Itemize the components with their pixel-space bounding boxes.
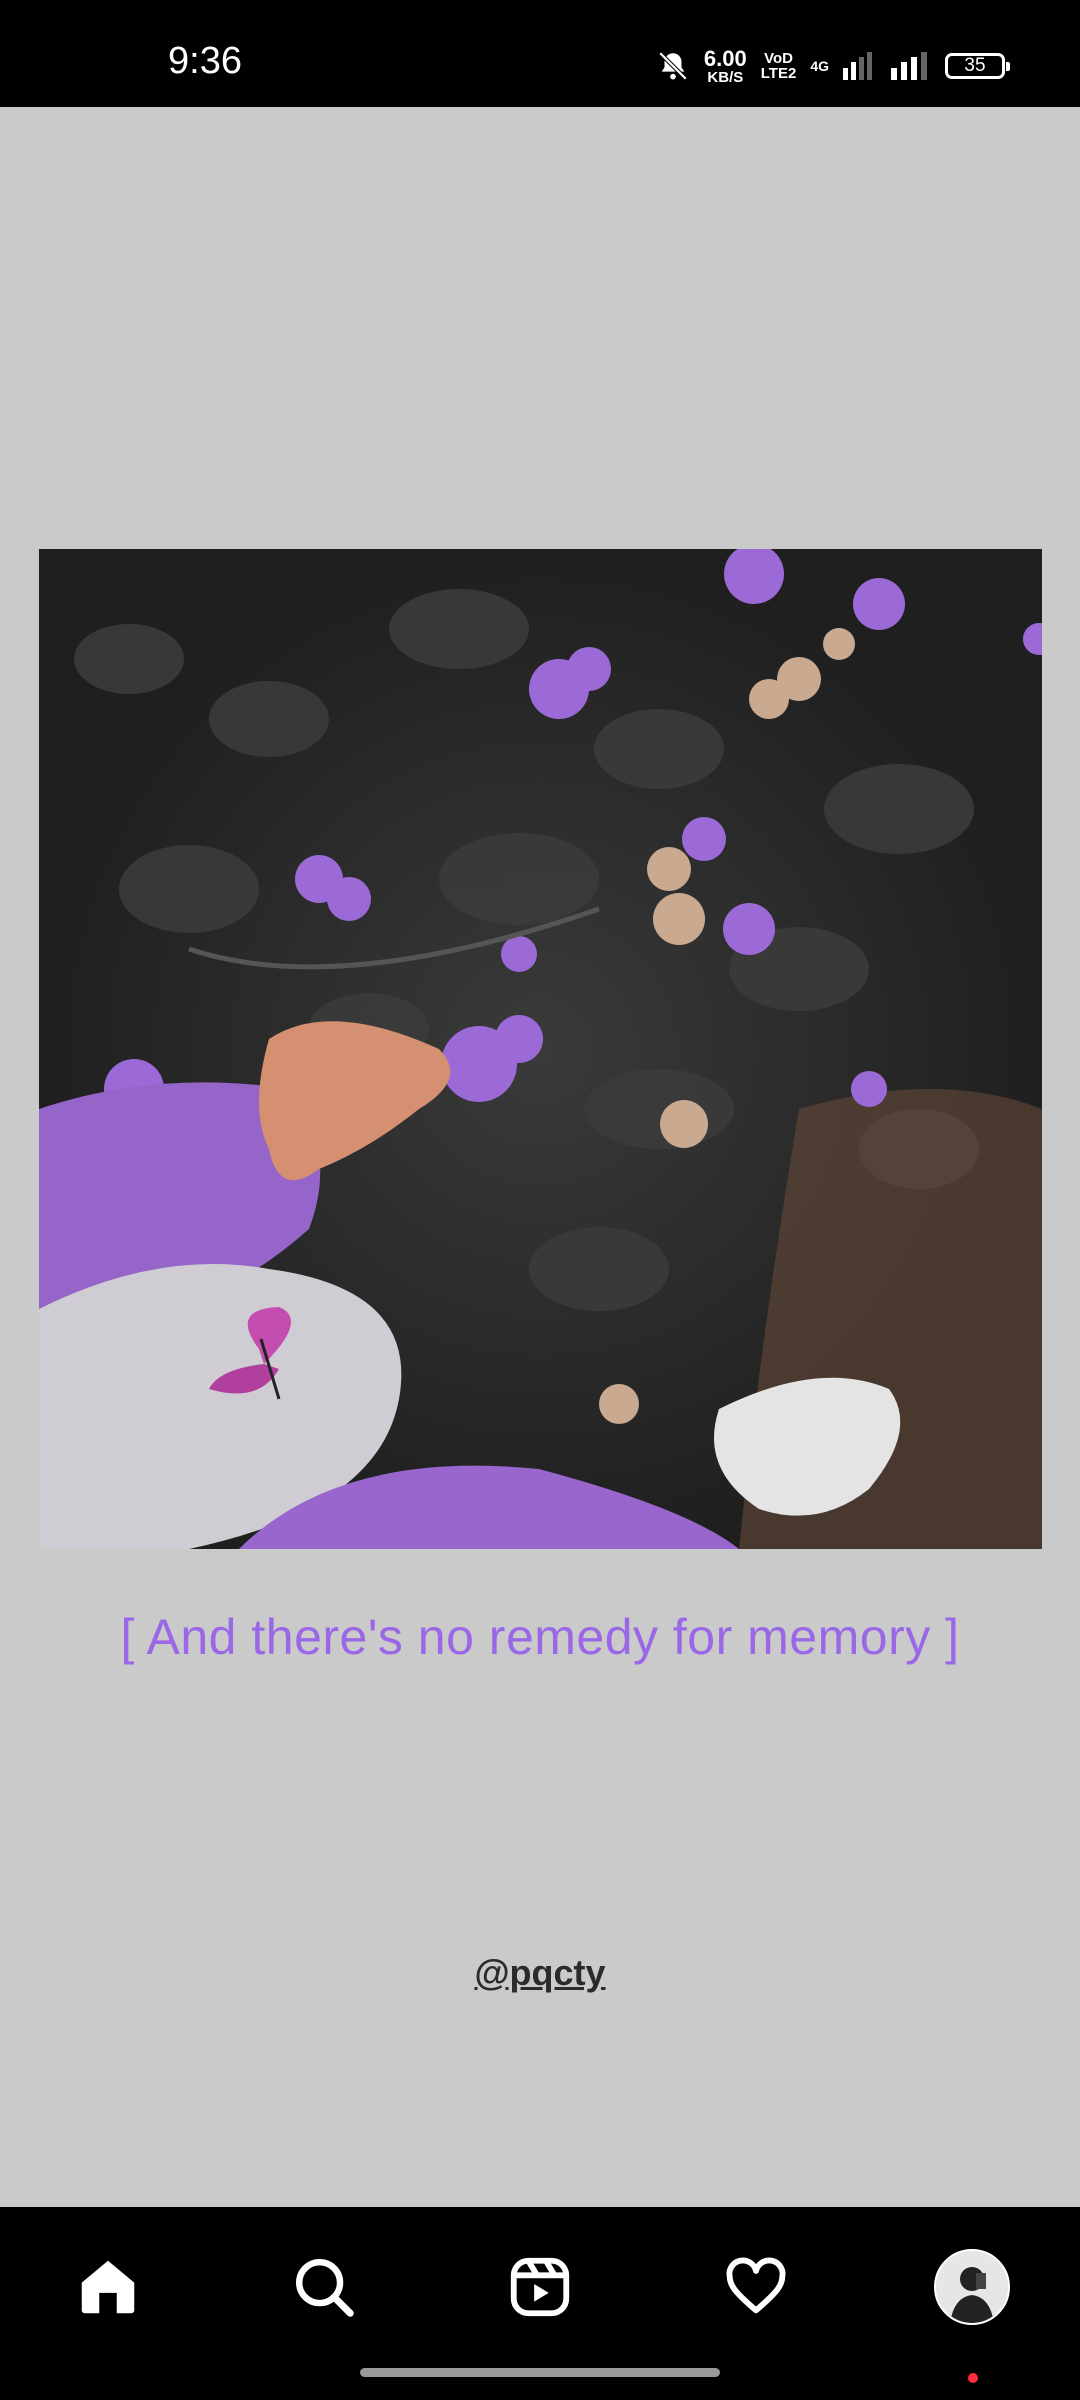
network-speed: 6.00 KB/S [703,45,747,86]
signal-icon-sim1 [843,52,872,80]
avatar [934,2249,1010,2325]
status-bar: 9:36 6.00 KB/S VoD LTE2 4G 35 [0,0,1080,107]
network-speed-value: 6.00 [703,45,747,71]
battery-icon: 35 [945,53,1010,79]
nav-activity[interactable] [716,2247,796,2327]
status-icons: 6.00 KB/S VoD LTE2 4G 35 [656,44,1010,88]
volte-indicator: VoD LTE2 [761,51,797,81]
nav-reels[interactable] [500,2247,580,2327]
nav-profile[interactable] [932,2247,1012,2327]
avatar-image [936,2251,1008,2323]
post-image[interactable] [39,549,1042,1549]
status-time: 9:36 [168,40,242,82]
home-indicator[interactable] [360,2368,720,2377]
nav-home[interactable] [68,2247,148,2327]
volte-bottom: LTE2 [760,65,797,82]
network-speed-unit: KB/S [707,68,744,86]
signal-icon-sim2 [891,52,927,80]
flower-photo [39,549,1042,1549]
volte-top: VoD [764,50,793,67]
mute-bell-icon [658,51,688,81]
network-type: 4G [810,59,829,73]
notification-dot [968,2373,978,2383]
heart-icon [726,2257,786,2314]
battery-level: 35 [964,55,986,76]
post-caption: [ And there's no remedy for memory ] [120,1609,960,1665]
nav-search[interactable] [284,2247,364,2327]
search-icon [296,2259,354,2317]
author-handle[interactable]: @pqcty [0,1952,1080,1994]
home-icon [81,2260,135,2314]
network-type-label: 4G [810,58,829,74]
reels-icon [510,2257,570,2317]
